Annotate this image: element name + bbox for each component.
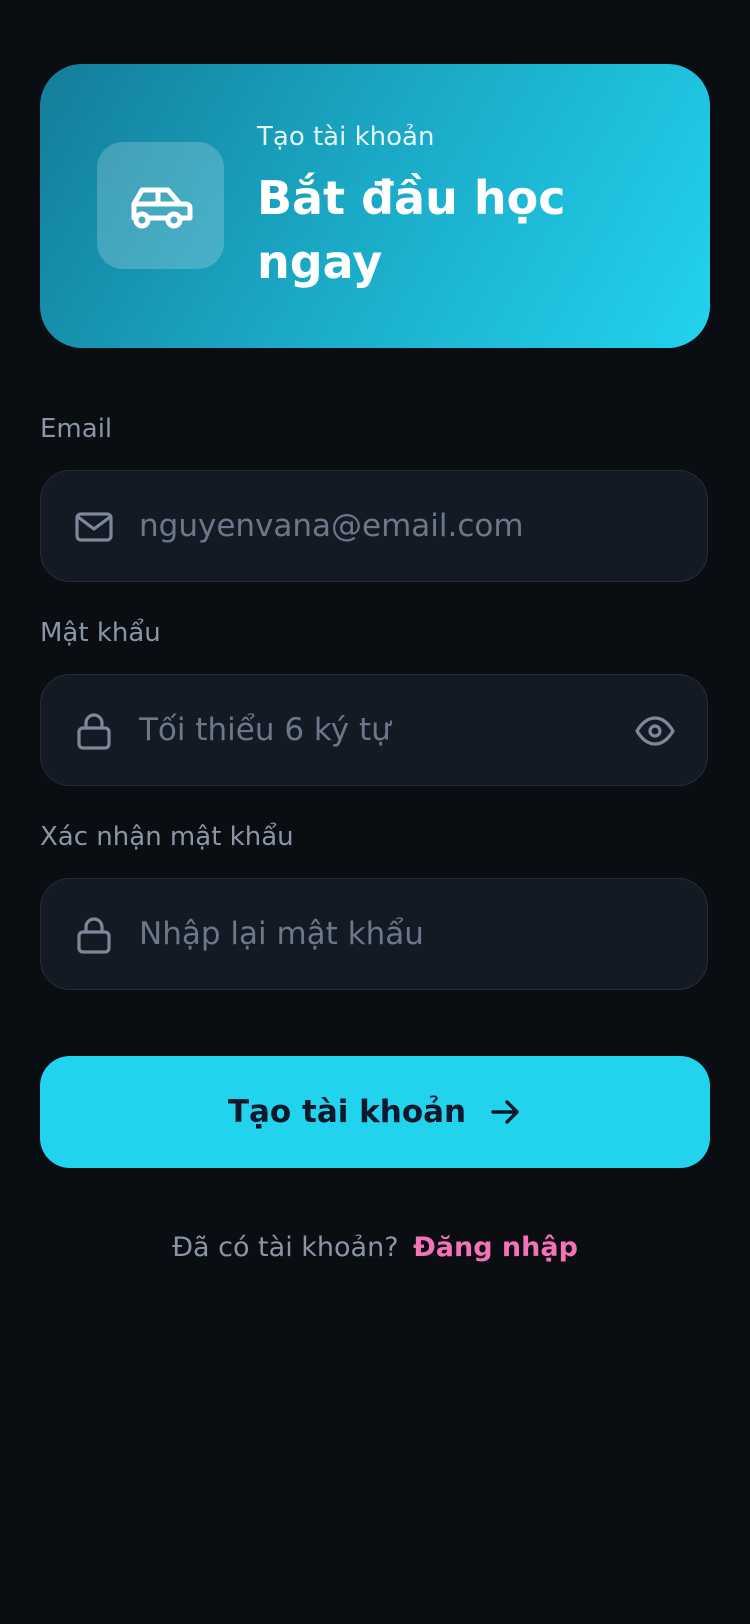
email-field[interactable]: nguyenvana@email.com — [40, 470, 708, 582]
password-placeholder: Tối thiểu 6 ký tự — [139, 712, 391, 748]
login-prompt: Đã có tài khoản? Đăng nhập — [0, 1232, 750, 1263]
hero-eyebrow: Tạo tài khoản — [257, 122, 435, 152]
confirm-password-label: Xác nhận mật khẩu — [40, 822, 294, 852]
email-placeholder: nguyenvana@email.com — [139, 508, 524, 544]
login-link[interactable]: Đăng nhập — [413, 1232, 578, 1263]
password-field[interactable]: Tối thiểu 6 ký tự — [40, 674, 708, 786]
create-account-button-label: Tạo tài khoản — [227, 1094, 467, 1130]
mail-icon — [75, 512, 113, 542]
password-label: Mật khẩu — [40, 618, 161, 648]
confirm-password-field[interactable]: Nhập lại mật khẩu — [40, 878, 708, 990]
hero-title: Bắt đầu học ngay — [257, 171, 566, 289]
email-label: Email — [40, 414, 113, 444]
eye-icon[interactable] — [635, 711, 675, 751]
car-icon — [131, 187, 192, 228]
signup-screen: Tạo tài khoản Bắt đầu học ngay Email ngu… — [0, 0, 750, 1624]
hero-icon-box — [97, 142, 224, 269]
arrow-right-icon — [491, 1100, 519, 1124]
lock-icon — [77, 713, 111, 750]
lock-icon — [77, 917, 111, 954]
hero-card: Tạo tài khoản Bắt đầu học ngay — [40, 64, 710, 348]
create-account-button[interactable]: Tạo tài khoản — [40, 1056, 710, 1168]
confirm-password-placeholder: Nhập lại mật khẩu — [139, 916, 424, 952]
login-prompt-text: Đã có tài khoản? — [172, 1232, 399, 1263]
